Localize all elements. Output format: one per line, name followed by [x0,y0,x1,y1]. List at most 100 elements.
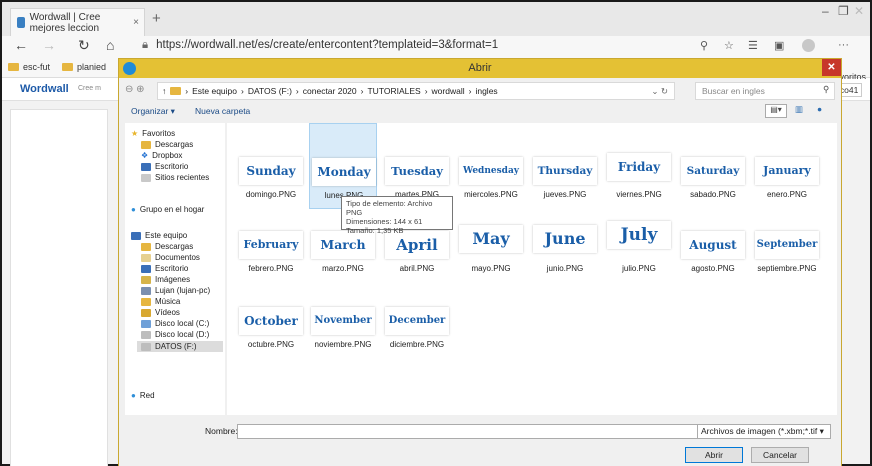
file-item[interactable]: September septiembre.PNG [753,217,821,283]
nav-item[interactable]: Disco local (D:) [141,330,209,339]
breadcrumb-item[interactable]: Este equipo [192,86,237,96]
new-tab-button[interactable]: + [152,10,161,27]
file-list: Sundaydomingo.PNG Mondaylunes.PNG Tuesda… [227,123,837,415]
bookmark-folder[interactable]: esc-fut [8,62,50,72]
forward-arrow-icon[interactable]: → [42,37,56,53]
browser-tab[interactable]: Wordwall | Cree mejores leccion × [10,8,145,36]
nav-homegroup[interactable]: ● Grupo en el hogar [131,205,204,214]
minimize-button[interactable]: – [822,4,829,18]
open-file-dialog: Abrir ✕ ⊖ ⊕ ↑ › Este equipo › DATOS (F:) ›… [118,58,842,466]
more-menu-icon[interactable]: ··· [838,39,849,51]
file-item[interactable]: June junio.PNG [531,217,599,283]
nav-item[interactable]: Escritorio [141,264,188,273]
nav-network[interactable]: ● Red [131,391,155,400]
wordwall-logo[interactable]: Wordwall [20,83,69,95]
file-item[interactable]: October octubre.PNG [237,293,305,359]
favorite-star-icon[interactable]: ☆ [724,39,734,52]
breadcrumb-item[interactable]: conectar 2020 [303,86,357,96]
folder-icon [8,63,19,71]
documents-icon [141,253,151,262]
restore-button[interactable]: ❐ [838,4,849,18]
back-arrow-icon[interactable]: ⊖ ⊕ [125,84,145,95]
folder-icon [170,87,182,95]
nav-favorites[interactable]: ★ Favoritos [131,129,175,138]
dialog-titlebar: Abrir [119,59,841,78]
browser-tab-bar: Wordwall | Cree mejores leccion × + – ❐ … [2,2,870,36]
lock-icon: 🔒︎ [142,39,149,51]
file-item[interactable]: January enero.PNG [753,143,821,209]
videos-icon [141,308,151,317]
nav-item[interactable]: Descargas [141,140,193,149]
breadcrumb-item[interactable]: DATOS (F:) [248,86,292,96]
breadcrumb-item[interactable]: TUTORIALES [367,86,420,96]
open-button[interactable]: Abrir [685,447,743,463]
file-item[interactable]: Sunday domingo.PNG [237,143,305,209]
breadcrumb-item[interactable]: ingles [475,86,497,96]
bookmark-folder[interactable]: planied [62,62,106,72]
dialog-toolbar: Organizar ▾ Nueva carpeta ▤▾ ▥ ● [125,103,835,121]
file-item[interactable]: December diciembre.PNG [383,293,451,359]
cancel-button[interactable]: Cancelar [751,447,809,463]
home-icon[interactable]: ⌂ [106,37,114,53]
nav-item[interactable]: Sitios recientes [141,173,209,182]
filetype-select[interactable]: Archivos de imagen (*.xbm;*.tif ▾ [697,424,831,439]
filename-input[interactable] [237,424,699,439]
up-arrow-icon[interactable]: ↑ [162,86,166,96]
refresh-icon[interactable]: ↻ [78,37,90,54]
file-item[interactable]: Saturday sabado.PNG [679,143,747,209]
window-close-button[interactable]: ✕ [854,4,864,18]
new-folder-button[interactable]: Nueva carpeta [195,106,250,116]
favorites-list-icon[interactable]: ☰ [748,39,758,52]
nav-item[interactable]: Imágenes [141,275,190,284]
nav-item[interactable]: Escritorio [141,162,188,171]
file-item[interactable]: May mayo.PNG [457,217,525,283]
filename-label: Nombre: [205,426,238,436]
page-panel [10,109,108,466]
dialog-search-input[interactable]: Buscar en ingles [695,82,835,100]
zoom-icon[interactable]: ⚲ [700,39,708,52]
folder-icon [62,63,73,71]
url-text: https://wordwall.net/es/create/entercont… [156,39,499,51]
file-item[interactable]: July julio.PNG [605,217,673,283]
search-icon[interactable]: ⚲ [823,84,829,95]
pictures-icon [141,275,151,284]
nav-item[interactable]: Lujan (lujan-pc) [141,286,210,295]
network-computer-icon [141,286,151,295]
address-bar[interactable]: 🔒︎ https://wordwall.net/es/create/enterco… [142,39,498,52]
file-item[interactable]: February febrero.PNG [237,217,305,283]
file-item[interactable]: Thursday jueves.PNG [531,143,599,209]
computer-icon [131,231,141,240]
file-item[interactable]: August agosto.PNG [679,217,747,283]
organize-button[interactable]: Organizar ▾ [131,106,175,117]
nav-this-pc[interactable]: Este equipo [131,231,187,240]
music-icon [141,297,151,306]
view-options-icon[interactable]: ▤▾ [765,104,787,118]
preview-pane-icon[interactable]: ▥ [795,104,803,115]
file-item[interactable]: November noviembre.PNG [309,293,377,359]
file-item[interactable]: Wednesday miercoles.PNG [457,143,525,209]
nav-item[interactable]: ❖ Dropbox [141,151,182,160]
drive-icon [141,319,151,328]
drive-icon [141,342,151,351]
homegroup-icon: ● [131,205,136,214]
tab-close-icon[interactable]: × [133,17,139,28]
profile-avatar[interactable] [802,39,815,52]
back-arrow-icon[interactable]: ← [14,37,28,53]
collections-icon[interactable]: ▣ [774,39,784,52]
refresh-icon[interactable]: ⌄ ↻ [651,86,668,97]
nav-item[interactable]: Vídeos [141,308,180,317]
recent-places-icon [141,173,151,182]
help-icon[interactable]: ● [817,104,822,114]
wordwall-favicon-icon [17,17,25,28]
file-item[interactable]: Friday viernes.PNG [605,143,673,209]
desktop-icon [141,162,151,171]
nav-item[interactable]: Descargas [141,242,193,251]
nav-item-selected[interactable]: DATOS (F:) [137,341,223,352]
breadcrumb-item[interactable]: wordwall [432,86,465,96]
nav-item[interactable]: Disco local (C:) [141,319,209,328]
nav-item[interactable]: Música [141,297,180,306]
tab-title: Wordwall | Cree mejores leccion [29,11,101,34]
breadcrumb[interactable]: ↑ › Este equipo › DATOS (F:) › conectar 202… [157,82,675,100]
nav-item[interactable]: Documentos [141,253,200,262]
dialog-close-button[interactable]: ✕ [822,59,841,76]
